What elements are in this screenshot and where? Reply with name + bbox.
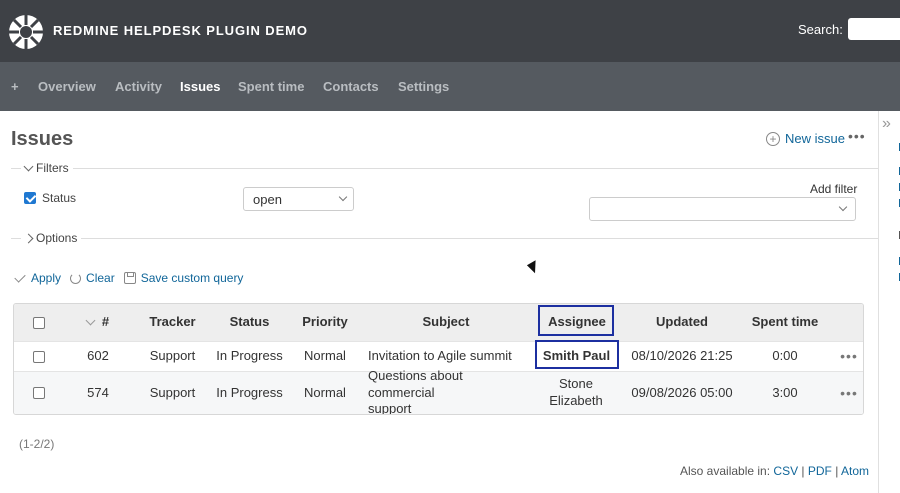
select-all-checkbox-cell: [30, 304, 48, 341]
issue-subject[interactable]: Invitation to Agile summit: [368, 342, 534, 371]
issue-id[interactable]: 574: [78, 372, 118, 414]
more-actions-icon[interactable]: •••: [848, 128, 866, 144]
row-checkbox-cell: [30, 342, 48, 371]
sidebar-toggle-icon[interactable]: »: [882, 115, 891, 133]
menu-item-spent-time[interactable]: Spent time: [238, 79, 304, 94]
status-operator-value: open: [253, 192, 282, 207]
column-header-id[interactable]: #: [78, 304, 118, 341]
clear-label: Clear: [86, 271, 115, 285]
main-content: Issues + New issue ••• Filters Status op…: [0, 111, 892, 493]
column-header-status[interactable]: Status: [211, 304, 288, 341]
table-row[interactable]: 602 Support In Progress Normal Invitatio…: [14, 340, 863, 371]
issue-spent-time: 3:00: [772, 384, 798, 400]
main-menu: + Overview Activity Issues Spent time Co…: [0, 62, 900, 111]
row-context-menu-icon[interactable]: •••: [838, 372, 860, 414]
select-all-checkbox[interactable]: [33, 316, 45, 329]
reload-icon: [70, 272, 82, 284]
row-context-menu-icon[interactable]: •••: [838, 342, 860, 371]
pagination-count: (1-2/2): [19, 437, 55, 451]
chevron-down-icon: [23, 161, 34, 171]
issue-priority: Normal: [304, 348, 346, 364]
menu-item-overview[interactable]: Overview: [38, 79, 96, 94]
menu-item-activity[interactable]: Activity: [115, 79, 162, 94]
row-checkbox-cell: [30, 372, 48, 414]
status-operator-select[interactable]: open: [243, 187, 354, 211]
issue-tracker: Support: [149, 384, 196, 400]
options-legend-label: Options: [36, 231, 78, 245]
page-title: Issues: [11, 128, 74, 150]
other-formats-label: Also available in:: [680, 464, 771, 478]
save-query-button[interactable]: Save custom query: [123, 271, 244, 285]
assignee-header-highlight: [538, 305, 614, 336]
clear-button[interactable]: Clear: [70, 271, 115, 285]
row-context-menu-label: •••: [840, 384, 858, 401]
save-icon: [123, 272, 136, 284]
chevron-down-icon: [838, 202, 848, 212]
save-query-label: Save custom query: [140, 271, 244, 285]
mouse-cursor-icon: [526, 260, 542, 275]
issue-tracker: Support: [149, 348, 196, 364]
chevron-down-icon: [338, 192, 348, 202]
export-csv-link[interactable]: CSV: [773, 464, 798, 478]
options-divider: [11, 238, 892, 239]
menu-item-new[interactable]: +: [11, 79, 19, 94]
status-filter-label: Status: [42, 191, 77, 205]
other-formats: Also available in: CSV | PDF | Atom: [680, 464, 870, 478]
status-filter-checkbox[interactable]: [24, 192, 36, 204]
column-header-spent-time[interactable]: Spent time: [741, 304, 829, 341]
column-header-updated[interactable]: Updated: [626, 304, 738, 341]
filters-legend-label: Filters: [36, 161, 69, 175]
top-header: REDMINE HELPDESK PLUGIN DEMO Search:: [0, 0, 900, 62]
export-pdf-link[interactable]: PDF: [808, 464, 832, 478]
menu-item-contacts[interactable]: Contacts: [323, 79, 379, 94]
export-atom-link[interactable]: Atom: [841, 464, 869, 478]
issue-status: In Progress: [216, 384, 283, 400]
table-row[interactable]: 574 Support In Progress Normal Questions…: [14, 368, 863, 414]
query-actions: Apply Clear Save custom query: [14, 270, 244, 285]
app-title[interactable]: REDMINE HELPDESK PLUGIN DEMO: [53, 23, 308, 38]
chevron-right-icon: [23, 233, 34, 243]
table-header-row: # Tracker Status Priority Subject Assign…: [14, 304, 863, 341]
sidebar: »: [878, 111, 900, 493]
search-label: Search:: [798, 22, 843, 37]
issue-updated: 09/08/2026 05:00: [631, 384, 733, 400]
plus-circle-icon: +: [766, 131, 780, 146]
issue-assignee[interactable]: Stone Elizabeth: [541, 372, 611, 414]
sort-desc-icon: [85, 315, 96, 326]
column-header-subject[interactable]: Subject: [362, 304, 530, 341]
menu-item-issues[interactable]: Issues: [180, 79, 220, 94]
column-header-id-label: #: [101, 314, 110, 330]
filters-legend[interactable]: Filters: [21, 161, 73, 175]
column-header-priority[interactable]: Priority: [288, 304, 362, 341]
issues-table: # Tracker Status Priority Subject Assign…: [13, 303, 864, 415]
column-header-tracker[interactable]: Tracker: [134, 304, 211, 341]
new-issue-label: New issue: [785, 131, 845, 146]
issue-spent-time: 0:00: [772, 348, 798, 364]
row-checkbox[interactable]: [33, 350, 45, 363]
issue-subject[interactable]: Questions about commercial support: [368, 368, 480, 414]
add-filter-select[interactable]: [589, 197, 856, 221]
row-checkbox[interactable]: [33, 387, 45, 399]
checkmark-icon: [14, 270, 26, 283]
apply-label: Apply: [31, 271, 62, 285]
assignee-cell-highlight: [535, 340, 619, 369]
menu-item-settings[interactable]: Settings: [398, 79, 449, 94]
options-legend[interactable]: Options: [21, 231, 82, 245]
issue-priority: Normal: [304, 384, 346, 400]
search-input[interactable]: [848, 18, 900, 40]
add-filter-label: Add filter: [810, 182, 858, 196]
redmine-logo-icon[interactable]: [8, 14, 44, 50]
row-context-menu-label: •••: [840, 348, 858, 365]
filters-divider: [11, 168, 892, 169]
issue-id[interactable]: 602: [78, 342, 118, 371]
apply-button[interactable]: Apply: [14, 270, 62, 285]
issue-updated: 08/10/2026 21:25: [631, 348, 733, 364]
new-issue-link[interactable]: + New issue: [766, 131, 845, 146]
issue-status: In Progress: [216, 348, 283, 364]
